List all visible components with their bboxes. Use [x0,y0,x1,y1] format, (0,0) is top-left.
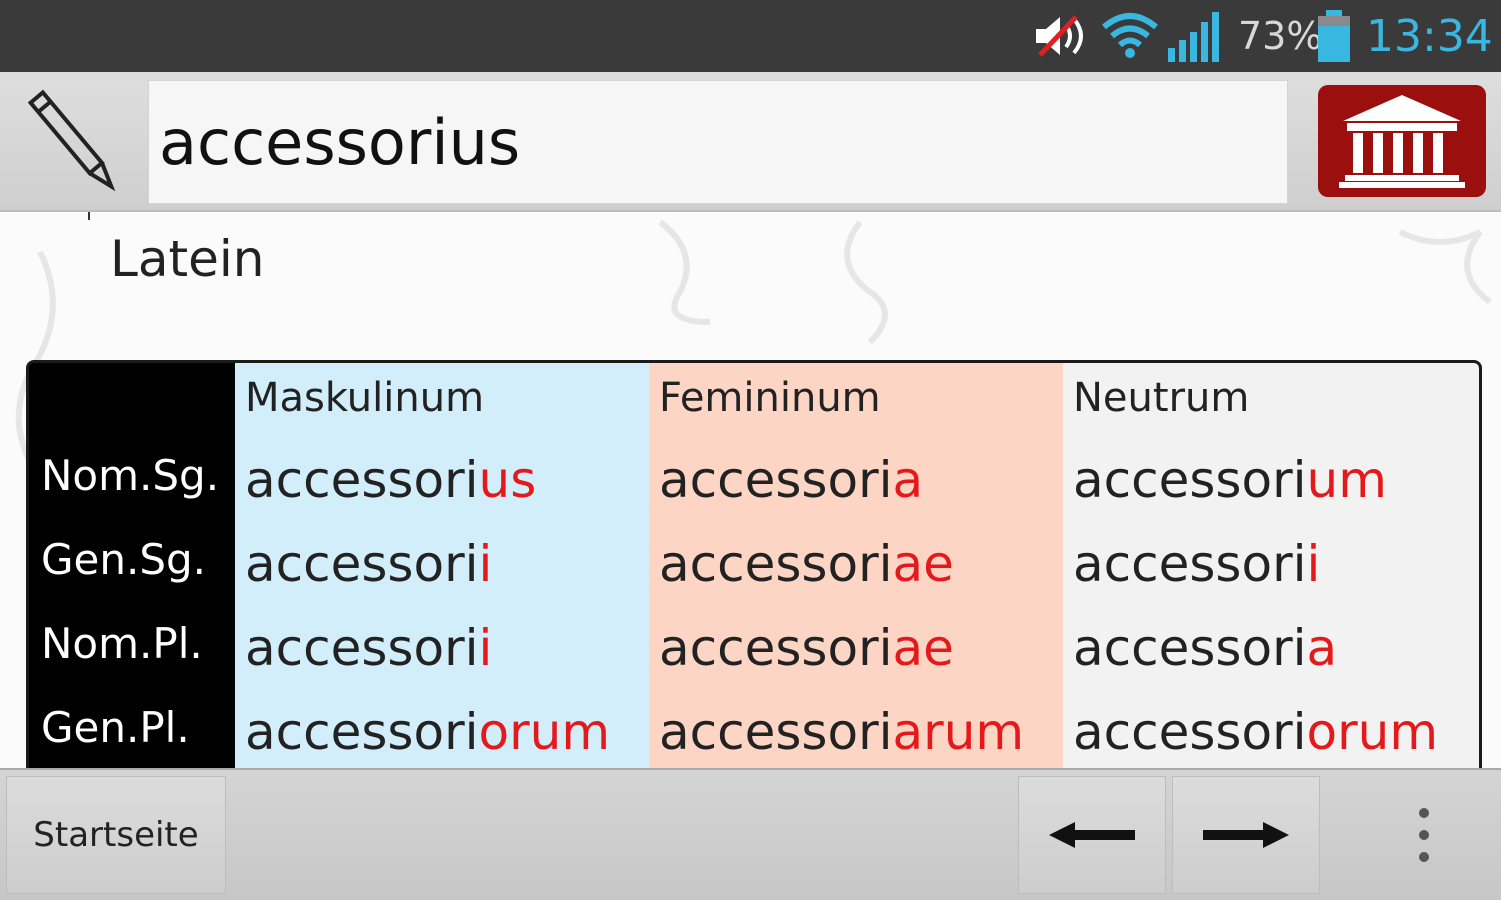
row-label-gen-sg: Gen.Sg. [41,535,207,584]
table-cell: accessoriae [659,619,954,677]
back-button[interactable] [1018,776,1166,894]
dictionary-button[interactable] [1318,85,1486,197]
table-cell: accessorium [1073,451,1387,509]
column-header-feminine: Femininum [659,375,881,421]
neuter-column: Neutrum accessorium accessorii accessori… [1063,363,1479,768]
signal-icon [1166,0,1226,72]
column-header-neuter: Neutrum [1073,375,1250,421]
forward-button[interactable] [1172,776,1320,894]
clock: 13:34 [1366,10,1493,62]
row-label-gen-pl: Gen.Pl. [41,703,190,752]
battery-percent: 73% [1238,14,1323,58]
table-cell: accessorii [245,535,493,593]
table-cell: accessorii [245,619,493,677]
table-cell: accessoria [1073,619,1338,677]
feminine-column: Femininum accessoria accessoriae accesso… [649,363,1063,768]
top-toolbar: accessorius [0,72,1501,212]
overflow-menu-button[interactable] [1392,776,1456,894]
table-cell: accessoriorum [245,703,611,761]
wifi-icon [1100,0,1160,72]
arrow-left-icon [1049,822,1135,848]
row-label-nom-sg: Nom.Sg. [41,451,220,500]
table-cell: accessoriorum [1073,703,1439,761]
edit-button[interactable] [10,80,138,204]
content-area: Latein Nom.Sg. Gen.Sg. Nom.Pl. Gen.Pl. M… [0,212,1501,768]
arrow-right-icon [1203,822,1289,848]
table-cell: accessoriae [659,535,954,593]
volume-muted-icon [1030,0,1090,72]
status-bar: 73% 13:34 [0,0,1501,72]
overflow-menu-icon [1419,808,1429,862]
table-cell: accessoriarum [659,703,1025,761]
divider-tick [88,212,90,220]
masculine-column: Maskulinum accessorius accessorii access… [235,363,649,768]
column-header-masculine: Maskulinum [245,375,485,421]
table-cell: accessoria [659,451,924,509]
search-input[interactable]: accessorius [148,80,1288,204]
bottom-bar: Startseite [0,768,1501,900]
home-button[interactable]: Startseite [6,776,226,894]
declension-table: Nom.Sg. Gen.Sg. Nom.Pl. Gen.Pl. Maskulin… [26,360,1482,768]
row-labels-column: Nom.Sg. Gen.Sg. Nom.Pl. Gen.Pl. [29,363,235,768]
row-label-nom-pl: Nom.Pl. [41,619,203,668]
pencil-icon [27,89,116,192]
table-cell: accessorius [245,451,537,509]
language-label: Latein [110,230,265,288]
table-cell: accessorii [1073,535,1321,593]
battery-icon [1316,0,1352,72]
temple-icon [1339,95,1465,188]
